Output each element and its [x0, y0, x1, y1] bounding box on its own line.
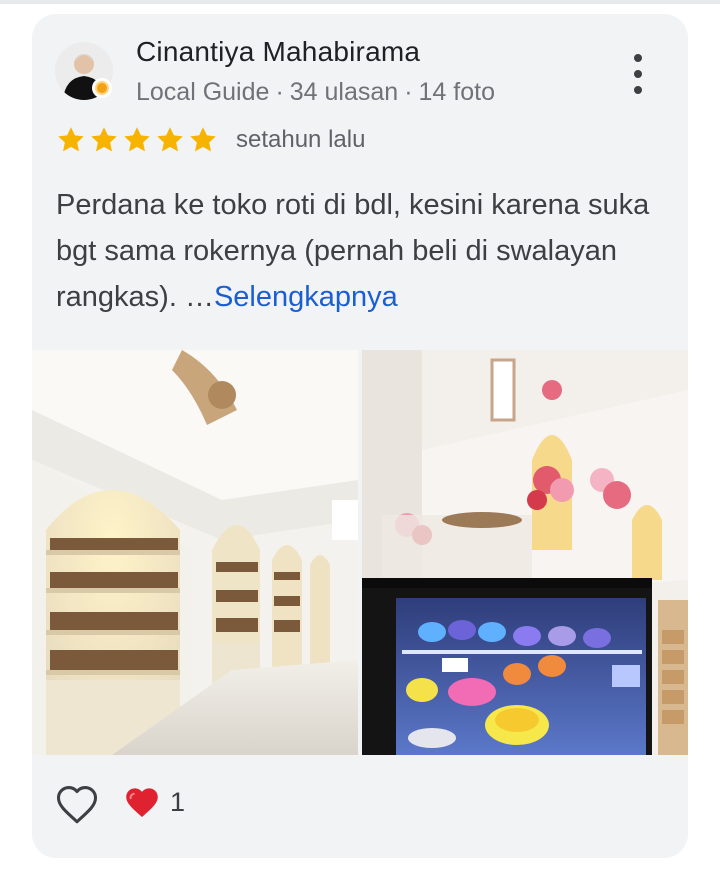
star-icon: [190, 127, 216, 152]
review-count: 34 ulasan: [289, 78, 399, 106]
review-footer: 1: [32, 755, 688, 858]
read-more-link[interactable]: Selengkapnya: [214, 281, 398, 313]
reaction-count: 1: [170, 786, 186, 817]
author-badge: Local Guide: [136, 78, 270, 106]
local-guide-badge-icon: [92, 78, 112, 98]
heart-outline-icon: [56, 786, 98, 824]
review-text: Perdana ke toko roti di bdl, kesini kare…: [56, 182, 666, 320]
author-name[interactable]: Cinantiya Mahabirama: [136, 36, 420, 68]
review-card: Cinantiya Mahabirama Local Guide · 34 ulas…: [32, 14, 688, 858]
star-icon: [91, 127, 117, 152]
star-icon: [124, 127, 150, 152]
review-time: setahun lalu: [236, 126, 366, 153]
top-divider: [0, 0, 720, 4]
reaction-summary[interactable]: 1: [124, 785, 185, 819]
heart-filled-icon: [126, 788, 158, 817]
more-options-button[interactable]: [628, 54, 648, 94]
star-icon: [58, 127, 84, 152]
review-photo-bakery-shelves[interactable]: [32, 350, 358, 755]
author-meta: Local Guide · 34 ulasan · 14 foto: [136, 78, 495, 106]
photo-count: 14 foto: [418, 78, 495, 106]
review-header: Cinantiya Mahabirama Local Guide · 34 ulas…: [32, 14, 688, 126]
more-vert-icon: [634, 54, 642, 62]
star-icon: [157, 127, 183, 152]
like-button[interactable]: [54, 783, 100, 825]
review-photos: [32, 350, 688, 755]
review-photo-cake-display[interactable]: [362, 350, 688, 755]
rating-row: setahun lalu: [56, 124, 365, 156]
star-rating: [56, 125, 218, 155]
